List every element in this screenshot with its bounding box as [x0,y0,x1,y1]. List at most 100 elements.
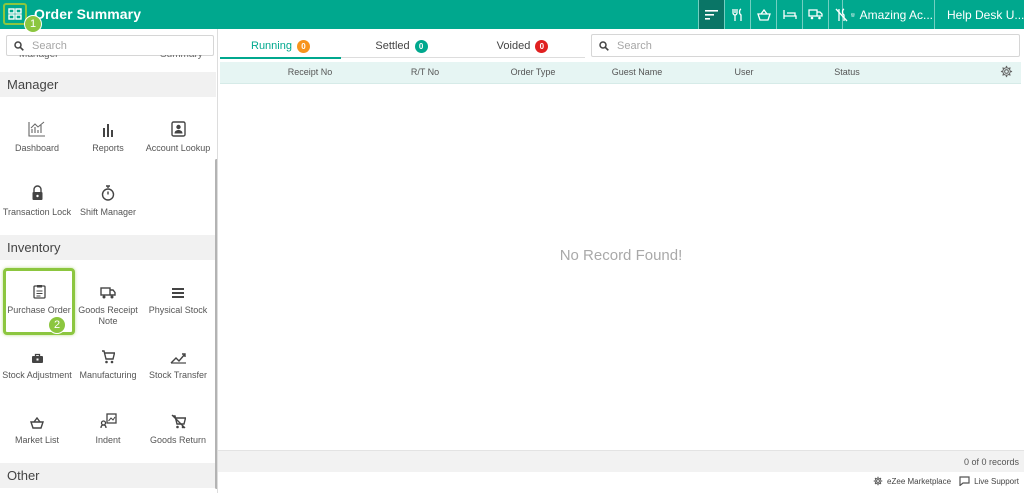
sidebar-item-dashboard[interactable]: Dashboard [1,115,73,154]
order-search [591,34,1020,57]
basket-button[interactable] [751,0,776,29]
list-icon [172,288,184,298]
column-header-receipt-no[interactable]: Receipt No [288,67,333,77]
top-bar: Order Summary Amazing Ac... Help Desk U.… [0,0,1024,29]
sidebar-item-physical-stock[interactable]: Physical Stock [142,277,214,316]
truck-icon [100,287,116,299]
sidebar-item-market-list[interactable]: Market List [1,407,73,446]
marketplace-link[interactable]: eZee Marketplace [873,476,951,486]
sidebar-search-input[interactable] [32,39,202,52]
column-header-guest-name[interactable]: Guest Name [612,67,663,77]
search-icon [599,40,609,51]
chat-icon [959,476,970,486]
outlet-name: Amazing Ac... [859,7,933,22]
column-header-order-type[interactable]: Order Type [511,67,556,77]
sidebar-item-manufacturing[interactable]: Manufacturing [72,342,144,381]
sidebar-item-reports[interactable]: Reports [72,115,144,154]
tab-settled[interactable]: Settled 0 [341,34,462,58]
tile-label: Dashboard [14,143,60,153]
tile-label: Market List [14,435,59,445]
order-search-input[interactable] [617,39,1007,52]
store-icon [851,12,855,17]
tab-label: Running [251,40,292,52]
table-footer: 0 of 0 records [218,450,1024,472]
tile-label: Stock Adjustment [2,370,72,380]
live-support-link[interactable]: Live Support [959,476,1019,486]
tab-label: Voided [496,40,531,52]
sidebar-item-stock-adjustment[interactable]: Stock Adjustment [1,342,73,381]
tile-label: Account Lookup [145,143,211,153]
order-status-tabs: Running 0 Settled 0 Voided 0 [220,34,585,59]
tile-label: Reports [92,143,124,153]
sidebar-item-goods-return[interactable]: Goods Return [142,407,214,446]
section-header-other: Other [0,463,216,488]
delivery-button[interactable] [803,0,828,29]
sidebar-item-account-lookup[interactable]: Account Lookup [142,115,214,154]
cart-icon [102,350,115,364]
dine-in-button[interactable] [725,0,750,29]
toolbox-icon [31,353,43,363]
gear-icon [1000,65,1013,78]
order-summary-button[interactable] [699,0,724,29]
main-panel: Running 0 Settled 0 Voided 0 Receipt No … [218,29,1024,493]
voided-count-badge: 0 [535,39,549,53]
cart-cancel-icon [171,414,186,429]
sidebar-item-indent[interactable]: Indent [72,407,144,446]
sort-lines-icon [705,10,718,20]
dashboard-chart-icon [28,121,45,137]
bar-chart-icon [103,124,113,137]
gear-icon [873,476,883,486]
tile-label: Goods Receipt Note [78,305,138,326]
bottom-links: eZee Marketplace Live Support [865,476,1019,486]
module-sidebar: Manager Summary Manager Dashboard Report… [0,29,218,493]
tile-label: Shift Manager [79,207,137,217]
tile-label: Transaction Lock [2,207,72,217]
stopwatch-icon [101,185,115,201]
bed-icon [782,10,797,19]
grid-icon [8,8,22,20]
tab-running[interactable]: Running 0 [220,34,341,59]
running-count-badge: 0 [296,39,310,53]
fork-knife-icon [732,7,742,21]
section-header-manager: Manager [0,72,216,97]
user-menu[interactable]: Help Desk U... [934,0,1024,29]
sidebar-item-transaction-lock[interactable]: Transaction Lock [1,179,73,218]
live-support-label: Live Support [974,476,1019,486]
empty-state-message: No Record Found! [559,247,683,264]
column-header-user[interactable]: User [734,67,753,77]
tile-label: Indent [95,435,121,445]
sidebar-search [6,35,214,56]
room-service-button[interactable] [777,0,802,29]
top-toolbar [698,0,854,29]
clipboard-icon [32,285,46,299]
sidebar-item-goods-receipt-note[interactable]: Goods Receipt Note [72,277,144,327]
column-header-status[interactable]: Status [834,67,860,77]
indent-icon [99,413,117,429]
user-name: Help Desk U... [947,7,1024,22]
account-card-icon [170,121,186,137]
column-settings-button[interactable] [1000,65,1013,81]
tile-label: Physical Stock [148,305,208,315]
basket-icon [756,8,771,21]
orders-table-header: Receipt No R/T No Order Type Guest Name … [220,62,1021,84]
basket-icon [30,417,44,429]
marketplace-label: eZee Marketplace [887,476,952,486]
transfer-icon [170,353,186,364]
column-header-rt-no[interactable]: R/T No [411,67,439,77]
tab-voided[interactable]: Voided 0 [462,34,583,58]
outlet-selector[interactable]: Amazing Ac... [842,0,933,29]
sidebar-item-stock-transfer[interactable]: Stock Transfer [142,342,214,381]
sidebar-item-shift-manager[interactable]: Shift Manager [72,179,144,218]
truck-icon [808,9,823,20]
section-header-inventory: Inventory [0,235,216,260]
lock-icon [32,185,42,200]
tile-label: Manufacturing [79,370,137,380]
tile-label: Goods Return [149,435,207,445]
page-title: Order Summary [34,6,142,22]
record-count: 0 of 0 records [963,457,1019,467]
tab-label: Settled [375,40,410,52]
step-marker-1: 1 [24,15,42,33]
step-marker-2: 2 [48,316,66,334]
search-icon [14,40,24,51]
tile-label: Purchase Order [7,305,71,315]
